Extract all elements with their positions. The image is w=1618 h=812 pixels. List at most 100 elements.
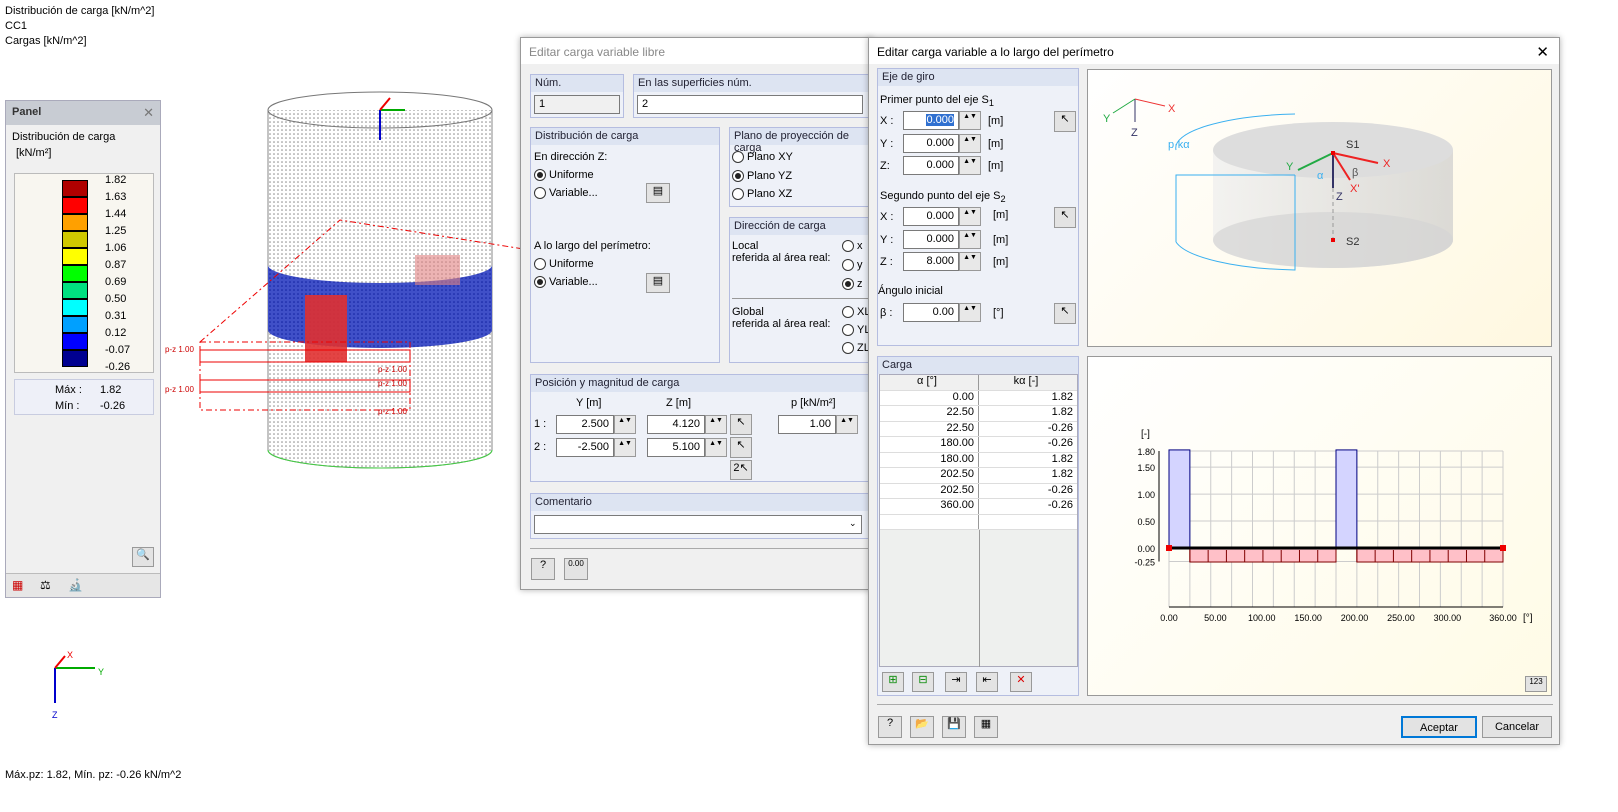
s1-x-input[interactable]: 0.000 <box>903 111 959 130</box>
s1-x-spinner[interactable]: ▲▼ <box>959 111 981 130</box>
k-cell[interactable]: 1.82 <box>979 406 1077 421</box>
radio-z-variable[interactable]: Variable... <box>534 187 598 199</box>
pick-two-points-icon[interactable]: 2↖ <box>730 460 752 480</box>
close-icon[interactable]: ✕ <box>1536 43 1549 61</box>
k-cell[interactable]: -0.26 <box>979 499 1077 514</box>
help-button[interactable]: ? <box>531 558 555 580</box>
alpha-cell[interactable]: 22.50 <box>880 406 979 421</box>
y2-input[interactable]: -2.500 <box>556 438 614 457</box>
table-row[interactable]: 360.00 -0.26 <box>880 499 1077 515</box>
radio-dir-x[interactable]: x <box>842 240 863 252</box>
cancel-button[interactable]: Cancelar <box>1482 716 1552 738</box>
table-row[interactable]: 180.00 -0.26 <box>880 437 1077 453</box>
table-row-empty[interactable] <box>880 514 1077 530</box>
delete-row-icon[interactable]: ⇤ <box>976 672 998 692</box>
k-cell[interactable]: 1.82 <box>979 468 1077 483</box>
tab-balance-icon[interactable]: ⚖ <box>40 578 51 592</box>
z2-spinner[interactable]: ▲▼ <box>705 438 727 457</box>
table-row[interactable]: 202.50 1.82 <box>880 468 1077 484</box>
table-row[interactable]: 180.00 1.82 <box>880 452 1077 468</box>
load-table[interactable]: α [°] kα [-] 0.00 1.82 22.50 1.82 22.50 -0.26 1… <box>879 374 1078 667</box>
table-row[interactable]: 0.00 1.82 <box>880 390 1077 406</box>
k-cell[interactable]: 1.82 <box>979 453 1077 468</box>
radio-dir-xl[interactable]: XL <box>842 306 870 318</box>
panel-heading: Distribución de carga <box>12 131 116 143</box>
s2-z-spinner[interactable]: ▲▼ <box>959 252 981 271</box>
beta-input[interactable]: 0.00 <box>903 303 959 322</box>
table-row[interactable]: 202.50 -0.26 <box>880 483 1077 499</box>
k-cell[interactable]: -0.26 <box>979 484 1077 499</box>
values-toggle-icon[interactable]: 123 <box>1525 676 1547 692</box>
s2-x-spinner[interactable]: ▲▼ <box>959 207 981 226</box>
k-cell[interactable]: -0.26 <box>979 422 1077 437</box>
table-row[interactable]: 22.50 -0.26 <box>880 421 1077 437</box>
z1-spinner[interactable]: ▲▼ <box>705 415 727 434</box>
diagram-label: Y <box>1286 161 1294 173</box>
tab-microscope-icon[interactable]: 🔬 <box>68 578 83 592</box>
s2-x-input[interactable]: 0.000 <box>903 207 959 226</box>
pick-angle-icon[interactable]: ↖ <box>1054 303 1076 324</box>
pick-s2-icon[interactable]: ↖ <box>1054 207 1076 228</box>
comment-input[interactable] <box>534 515 862 534</box>
radio-plane-xz[interactable]: Plano XZ <box>732 188 792 200</box>
alpha-cell[interactable]: 202.50 <box>880 468 979 483</box>
alpha-cell[interactable]: 202.50 <box>880 483 979 498</box>
unit-label: [m] <box>988 138 1004 150</box>
s2-y-spinner[interactable]: ▲▼ <box>959 230 981 249</box>
units-button[interactable]: 0.00 <box>564 558 588 580</box>
insert-row-icon[interactable]: ⇥ <box>945 672 967 692</box>
k-cell[interactable]: 1.82 <box>979 391 1077 406</box>
save-icon[interactable]: 💾 <box>942 716 966 738</box>
pick-point-1-icon[interactable]: ↖ <box>730 414 752 435</box>
s2-y-input[interactable]: 0.000 <box>903 230 959 249</box>
surfaces-input[interactable]: 2 <box>637 95 863 114</box>
model-viewport[interactable]: p-z 1.00 p-z 1.00 p-z 1.00 p-z 1.00 p-z … <box>160 80 540 500</box>
p1-spinner[interactable]: ▲▼ <box>836 415 858 434</box>
y2-spinner[interactable]: ▲▼ <box>614 438 636 457</box>
k-cell[interactable]: -0.26 <box>979 437 1077 452</box>
tab-color-scale-icon[interactable]: ▦ <box>12 578 23 592</box>
y1-spinner[interactable]: ▲▼ <box>614 415 636 434</box>
open-icon[interactable]: 📂 <box>910 716 934 738</box>
s1-z-spinner[interactable]: ▲▼ <box>959 156 981 175</box>
calculator-icon[interactable]: ▦ <box>974 716 998 738</box>
angle-label: Ángulo inicial <box>878 285 943 297</box>
alpha-cell[interactable]: 180.00 <box>880 437 979 452</box>
edit-perimeter-variable-button[interactable]: ▤ <box>646 273 670 293</box>
s2-z-input[interactable]: 8.000 <box>903 252 959 271</box>
radio-dir-zl[interactable]: ZL <box>842 342 870 354</box>
unit-label: [m] <box>988 160 1004 172</box>
s1-z-input[interactable]: 0.000 <box>903 156 959 175</box>
z1-input[interactable]: 4.120 <box>647 415 705 434</box>
p1-input[interactable]: 1.00 <box>778 415 836 434</box>
radio-plane-yz[interactable]: Plano YZ <box>732 170 792 182</box>
z2-input[interactable]: 5.100 <box>647 438 705 457</box>
close-icon[interactable]: ✕ <box>143 105 154 121</box>
radio-z-uniform[interactable]: Uniforme <box>534 169 594 181</box>
delete-all-icon[interactable]: ✕ <box>1010 672 1032 692</box>
y1-input[interactable]: 2.500 <box>556 415 614 434</box>
beta-spinner[interactable]: ▲▼ <box>959 303 981 322</box>
export-excel-icon[interactable]: ⊟ <box>912 672 934 692</box>
pick-point-2-icon[interactable]: ↖ <box>730 437 752 458</box>
radio-dir-yl[interactable]: YL <box>842 324 870 336</box>
radio-perimeter-uniform[interactable]: Uniforme <box>534 258 594 270</box>
zoom-button[interactable]: 🔍 <box>132 547 154 567</box>
help-button[interactable]: ? <box>878 716 902 738</box>
alpha-cell[interactable]: 22.50 <box>880 421 979 436</box>
chevron-down-icon[interactable]: ⌄ <box>849 518 857 529</box>
radio-perimeter-variable[interactable]: Variable... <box>534 276 598 288</box>
alpha-cell[interactable]: 180.00 <box>880 452 979 467</box>
edit-z-variable-button[interactable]: ▤ <box>646 183 670 203</box>
s1-y-spinner[interactable]: ▲▼ <box>959 134 981 153</box>
radio-dir-y[interactable]: y <box>842 259 863 271</box>
alpha-cell[interactable]: 0.00 <box>880 390 979 405</box>
radio-dir-z[interactable]: z <box>842 278 863 290</box>
import-excel-icon[interactable]: ⊞ <box>882 672 904 692</box>
radio-plane-xy[interactable]: Plano XY <box>732 151 793 163</box>
ok-button[interactable]: Aceptar <box>1401 716 1477 738</box>
s1-y-input[interactable]: 0.000 <box>903 134 959 153</box>
pick-s1-icon[interactable]: ↖ <box>1054 111 1076 132</box>
alpha-cell[interactable]: 360.00 <box>880 499 979 514</box>
table-row[interactable]: 22.50 1.82 <box>880 406 1077 422</box>
